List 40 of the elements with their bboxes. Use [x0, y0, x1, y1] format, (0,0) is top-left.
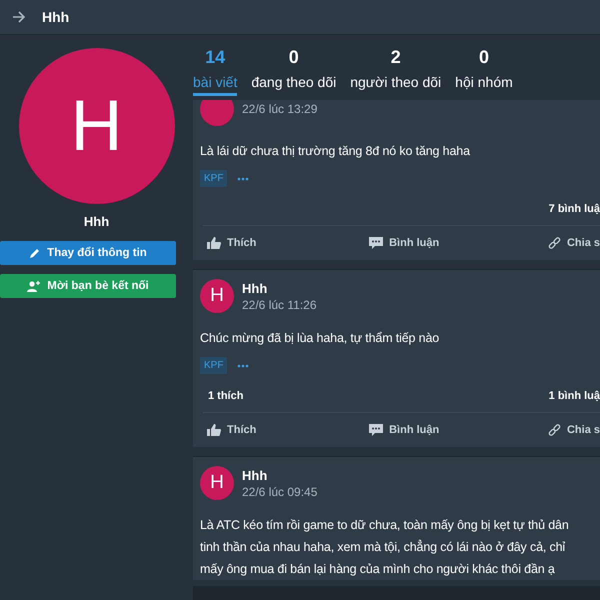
- author-avatar: H: [200, 466, 234, 500]
- post-time: 22/6 lúc 13:29: [242, 102, 318, 116]
- link-icon: [548, 236, 561, 250]
- page-title: Hhh: [42, 9, 70, 25]
- author-avatar: H: [200, 279, 234, 313]
- stat-tab[interactable]: 14 bài viết: [193, 47, 238, 100]
- comment-count[interactable]: 1 bình luậ: [548, 390, 600, 402]
- profile-avatar: H: [18, 48, 174, 204]
- edit-info-button[interactable]: Thay đổi thông tin: [0, 241, 176, 265]
- share-button[interactable]: Chia s: [548, 236, 600, 250]
- comment-icon: [369, 237, 384, 249]
- stat-tab[interactable]: 0 hội nhóm: [455, 47, 513, 100]
- author-name[interactable]: Hhh: [242, 280, 317, 296]
- thumbs-up-icon: [207, 424, 221, 436]
- like-button[interactable]: Thích: [203, 237, 256, 249]
- author-avatar: [200, 100, 234, 126]
- arrow-icon[interactable]: [12, 11, 26, 23]
- author-name[interactable]: Hhh: [242, 468, 318, 482]
- like-button[interactable]: Thích: [203, 424, 256, 436]
- comment-count[interactable]: 7 bình luậ: [548, 203, 600, 215]
- thumbs-up-icon: [207, 237, 221, 249]
- add-user-icon: [27, 280, 42, 292]
- post-time: 22/6 lúc 09:45: [242, 484, 318, 498]
- more-icon[interactable]: [237, 176, 250, 180]
- comment-button[interactable]: Bình luận: [365, 424, 440, 436]
- post-text: Là ATC kéo tím rồi game to dữ chưa, toàn mấy ông bị kẹt tự thủ dân tinh thần của nhau haha, xem mà tội, chẳng có lái nào ở đây cả, chỉ mấy ông mua đi bán lại hàng của mình cho người khác thôi đần ạ: [200, 517, 570, 578]
- invite-friends-button[interactable]: Mời bạn bè kết nối: [0, 274, 176, 298]
- more-icon[interactable]: [237, 364, 250, 368]
- share-button[interactable]: Chia s: [548, 424, 600, 436]
- profile-name: Hhh: [84, 214, 110, 229]
- pencil-icon: [29, 247, 42, 259]
- comment-button[interactable]: Bình luận: [365, 237, 440, 249]
- stat-tab[interactable]: 0 đang theo dõi: [251, 47, 336, 100]
- post-text: Là lái dữ chưa thị trường tăng 8đ nó ko tăng haha: [200, 143, 472, 160]
- post-time: 22/6 lúc 11:26: [242, 298, 317, 312]
- like-count[interactable]: 1 thích: [208, 390, 244, 402]
- stat-tab[interactable]: 2 người theo dõi: [350, 47, 442, 100]
- comment-icon: [369, 424, 384, 436]
- post-text: Chúc mừng đã bị lùa haha, tự thẩm tiếp nào: [200, 330, 440, 347]
- link-icon: [548, 424, 561, 436]
